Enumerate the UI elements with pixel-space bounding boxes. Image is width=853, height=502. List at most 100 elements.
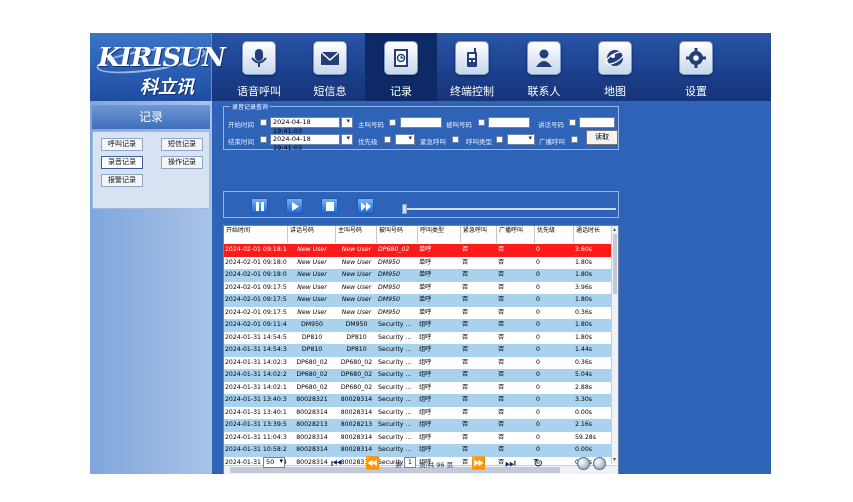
cell-broadcast: 否 <box>498 333 505 341</box>
col-header-duration[interactable]: 通话时长 <box>574 226 612 243</box>
cell-broadcast: 否 <box>498 321 505 328</box>
table-row[interactable]: 2024-01-31 11:04:39 80028314 80028314 Secur… <box>224 432 612 445</box>
col-header-talker[interactable]: 讲话号码 <box>288 226 336 243</box>
start-time-input[interactable]: 2024-04-18 19:41:03 <box>270 117 340 135</box>
nav-tab-contacts[interactable]: 联系人 <box>508 33 580 101</box>
cell-caller: 80028314 <box>340 396 373 403</box>
nav-tab-sms[interactable]: 短信息 <box>294 33 366 101</box>
broadcast-call-checkbox[interactable] <box>571 136 578 143</box>
cell-caller: New User <box>341 246 372 253</box>
col-header-callee[interactable]: 被叫号码 <box>377 226 418 243</box>
table-row[interactable]: 2024-02-01 09:17:52 New User New User DM950… <box>224 307 612 320</box>
stop-button[interactable] <box>321 198 338 214</box>
table-row[interactable]: 2024-02-01 09:11:44 DM950 DM950 Security ..… <box>224 319 612 332</box>
call-type-select[interactable] <box>507 134 535 145</box>
nav-tab-records[interactable]: 记录 <box>365 33 437 101</box>
print-globe-icon[interactable] <box>593 457 606 470</box>
end-time-checkbox[interactable] <box>260 136 267 143</box>
table-row[interactable]: 2024-01-31 13:40:31 80028321 80028314 Secur… <box>224 394 612 407</box>
cell-broadcast: 否 <box>498 246 505 253</box>
nav-label: 短信息 <box>313 85 347 98</box>
first-page-icon[interactable]: ⏮ <box>331 456 342 470</box>
caller-number-input[interactable] <box>400 117 442 128</box>
sidebar-item-operation-records[interactable]: 操作记录 <box>161 156 203 169</box>
pause-button[interactable] <box>251 198 268 214</box>
scroll-up-arrow-icon[interactable]: ▴ <box>613 226 616 233</box>
talker-number-checkbox[interactable] <box>569 119 576 126</box>
table-row[interactable]: 2024-02-01 09:18:19 New User New User DP680… <box>224 244 612 257</box>
sidebar-item-recording-records[interactable]: 录音记录 <box>101 156 143 169</box>
cell-duration: 1.80s <box>575 271 593 278</box>
kirisun-logo: KIRISUN 科立讯 <box>90 33 226 101</box>
refresh-icon[interactable]: ↻ <box>533 456 543 470</box>
export-globe-icon[interactable] <box>577 457 590 470</box>
next-page-icon[interactable]: ⏩ <box>471 456 486 470</box>
cell-callee: DM950 <box>378 271 400 278</box>
read-button[interactable]: 读取 <box>586 130 618 145</box>
broadcast-call-label: 广播呼叫 <box>539 138 565 146</box>
col-header-start-time[interactable]: 开始时间 <box>224 226 288 243</box>
table-row[interactable]: 2024-01-31 13:39:55 80028213 80028213 Secur… <box>224 419 612 432</box>
table-row[interactable]: 2024-01-31 14:02:13 DP680_02 DP680_02 Secur… <box>224 382 612 395</box>
cell-talker: New User <box>297 271 327 278</box>
priority-select[interactable] <box>395 134 415 145</box>
table-row[interactable]: 2024-02-01 09:17:54 New User New User DM950… <box>224 294 612 307</box>
call-type-checkbox[interactable] <box>496 136 503 143</box>
cell-priority: 0 <box>536 408 540 416</box>
sidebar-item-sms-records[interactable]: 短信记录 <box>161 138 203 151</box>
table-row[interactable]: 2024-01-31 14:54:31 DP810 DP810 Security ..… <box>224 344 612 357</box>
priority-checkbox[interactable] <box>384 136 391 143</box>
table-row[interactable]: 2024-02-01 09:18:02 New User New User DM950… <box>224 269 612 282</box>
cell-start-time: 2024-02-01 09:11:44 <box>225 321 287 328</box>
cell-emergency: 否 <box>462 396 469 403</box>
col-header-call-type[interactable]: 呼叫类型 <box>418 226 461 243</box>
col-header-broadcast[interactable]: 广播呼叫 <box>497 226 535 243</box>
nav-tab-settings[interactable]: 设置 <box>660 33 732 101</box>
end-time-calendar-dropdown[interactable] <box>341 134 353 145</box>
col-header-emergency[interactable]: 紧急呼叫 <box>461 226 497 243</box>
cell-talker: 80028321 <box>296 396 328 403</box>
col-header-priority[interactable]: 优先级 <box>535 226 574 243</box>
stop-icon <box>326 202 334 211</box>
cell-callee: Security ... <box>378 396 412 403</box>
end-time-input[interactable]: 2024-04-18 19:41:03 <box>270 134 340 152</box>
nav-label: 语音呼叫 <box>237 85 281 98</box>
sidebar-item-alarm-records[interactable]: 报警记录 <box>101 174 143 187</box>
playback-progress-handle[interactable] <box>402 204 407 214</box>
cell-call-type: 组呼 <box>419 321 432 328</box>
cell-call-type: 组呼 <box>419 333 432 341</box>
vertical-scrollbar[interactable]: ▴ ▾ <box>611 226 618 464</box>
emergency-call-checkbox[interactable] <box>452 136 459 143</box>
caller-number-checkbox[interactable] <box>389 119 396 126</box>
page-number-input[interactable]: 1 <box>404 457 416 468</box>
table-row[interactable]: 2024-01-31 13:40:13 80028314 80028314 Secur… <box>224 407 612 420</box>
talker-number-input[interactable] <box>579 117 615 128</box>
nav-tab-map[interactable]: 地图 <box>579 33 651 101</box>
cell-broadcast: 否 <box>498 296 505 303</box>
callee-number-input[interactable] <box>488 117 530 128</box>
cell-priority: 0 <box>536 396 540 403</box>
last-page-icon[interactable]: ⏭ <box>505 456 516 470</box>
nav-tab-terminal-control[interactable]: 终端控制 <box>436 33 508 101</box>
table-row[interactable]: 2024-01-31 14:02:39 DP680_02 DP680_02 Secur… <box>224 357 612 370</box>
cell-duration: 1.80s <box>575 321 593 328</box>
cell-priority: 0 <box>536 283 540 291</box>
fast-forward-button[interactable] <box>357 198 374 214</box>
cell-talker: DP810 <box>301 346 323 353</box>
col-header-caller[interactable]: 主叫号码 <box>336 226 377 243</box>
table-row[interactable]: 2024-01-31 14:02:25 DP680_02 DP680_02 Secur… <box>224 369 612 382</box>
nav-tab-voice-call[interactable]: 语音呼叫 <box>223 33 295 101</box>
previous-page-icon[interactable]: ⏪ <box>365 456 380 470</box>
page-size-select[interactable]: 50 <box>263 457 285 468</box>
cell-priority: 0 <box>536 321 540 328</box>
table-row[interactable]: 2024-02-01 09:18:05 New User New User DM950… <box>224 257 612 270</box>
vertical-scroll-thumb[interactable] <box>613 234 617 294</box>
playback-progress-track[interactable] <box>406 208 616 210</box>
callee-number-checkbox[interactable] <box>478 119 485 126</box>
sidebar-item-call-records[interactable]: 呼叫记录 <box>101 138 143 151</box>
start-time-calendar-dropdown[interactable] <box>341 117 353 128</box>
table-row[interactable]: 2024-02-01 09:17:56 New User New User DM950… <box>224 282 612 295</box>
play-button[interactable] <box>286 198 303 214</box>
start-time-checkbox[interactable] <box>260 119 267 126</box>
table-row[interactable]: 2024-01-31 14:54:56 DP810 DP810 Security ..… <box>224 332 612 345</box>
